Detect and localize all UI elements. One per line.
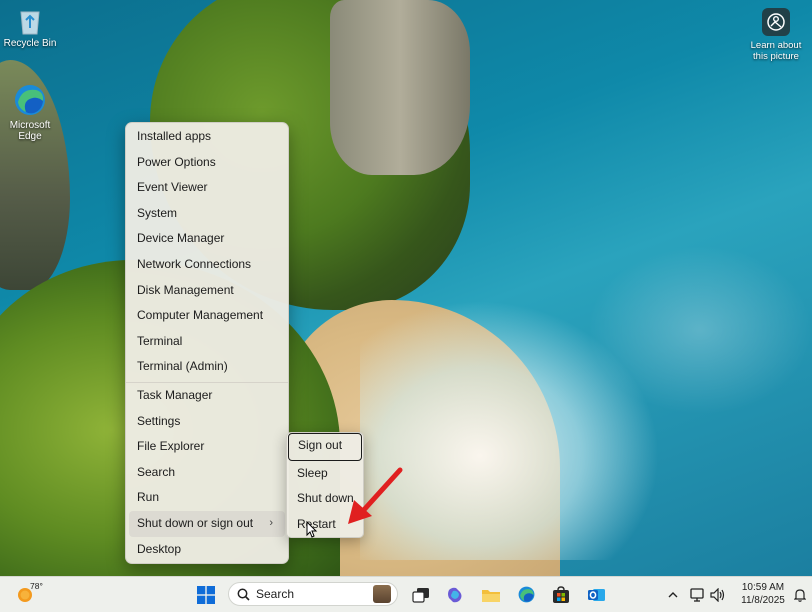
search-placeholder: Search <box>256 587 295 601</box>
menu-item-search[interactable]: Search <box>126 460 288 486</box>
store-button[interactable] <box>548 577 574 612</box>
file-explorer-icon <box>482 589 500 602</box>
bell-icon <box>794 588 806 602</box>
taskbar-clock[interactable]: 10:59 AM 11/8/2025 <box>735 581 791 607</box>
taskbar-search[interactable]: Search <box>228 582 398 606</box>
outlook-button[interactable] <box>583 577 609 612</box>
menu-item-settings[interactable]: Settings <box>126 409 288 435</box>
notifications-button[interactable] <box>791 577 809 612</box>
menu-item-computer-management[interactable]: Computer Management <box>126 303 288 329</box>
menu-item-installed-apps[interactable]: Installed apps <box>126 124 288 150</box>
start-icon <box>197 585 215 604</box>
desktop-icon-label: Recycle Bin <box>3 38 57 49</box>
task-view-icon <box>412 587 429 603</box>
copilot-button[interactable] <box>442 577 468 612</box>
desktop-icon-recycle-bin[interactable]: Recycle Bin <box>0 6 60 49</box>
volume-icon <box>710 587 725 602</box>
chevron-right-icon: › <box>269 516 273 529</box>
outlook-icon <box>587 588 605 601</box>
search-icon <box>237 588 250 601</box>
red-arrow-annotation <box>348 467 403 524</box>
menu-item-run[interactable]: Run <box>126 485 288 511</box>
network-icon <box>690 587 704 602</box>
recycle-bin-icon <box>20 11 40 35</box>
desktop-icon-label: Microsoft Edge <box>9 120 51 142</box>
store-icon <box>553 585 569 603</box>
menu-item-file-explorer[interactable]: File Explorer <box>126 434 288 460</box>
learn-about-picture[interactable]: Learn about this picture <box>746 8 806 62</box>
menu-item-terminal[interactable]: Terminal <box>126 329 288 355</box>
menu-item-network-connections[interactable]: Network Connections <box>126 252 288 278</box>
search-highlight-image <box>373 585 391 603</box>
taskbar: 78° Search 10:59 AM 11/8/2025 <box>0 576 812 612</box>
desktop-icon-edge[interactable]: Microsoft Edge <box>0 82 60 142</box>
learn-about-label: Learn about this picture <box>750 40 802 62</box>
volume-button[interactable] <box>708 577 728 612</box>
menu-item-event-viewer[interactable]: Event Viewer <box>126 175 288 201</box>
show-hidden-icons-button[interactable] <box>664 577 682 612</box>
clock-date: 11/8/2025 <box>741 595 785 606</box>
menu-item-label: Shut down or sign out <box>137 515 254 530</box>
menu-item-power-options[interactable]: Power Options <box>126 150 288 176</box>
menu-item-shut-down-or-sign-out[interactable]: Shut down or sign out › <box>129 510 285 537</box>
menu-item-terminal-admin[interactable]: Terminal (Admin) <box>126 354 288 380</box>
submenu-item-sign-out[interactable]: Sign out <box>288 433 362 461</box>
menu-item-system[interactable]: System <box>126 201 288 227</box>
edge-icon <box>518 586 534 603</box>
wallpaper-cliff-face <box>330 0 470 175</box>
mouse-pointer-icon <box>306 521 318 538</box>
clock-time: 10:59 AM <box>741 582 785 593</box>
copilot-icon <box>448 587 462 602</box>
weather-temp: 78° <box>30 581 43 591</box>
file-explorer-button[interactable] <box>478 577 504 612</box>
menu-item-disk-management[interactable]: Disk Management <box>126 278 288 304</box>
network-button[interactable] <box>688 577 708 612</box>
edge-taskbar-button[interactable] <box>513 577 539 612</box>
edge-icon <box>15 85 45 115</box>
camera-icon <box>762 8 790 36</box>
task-view-button[interactable] <box>408 577 434 612</box>
weather-widget[interactable]: 78° <box>8 577 43 612</box>
menu-item-desktop[interactable]: Desktop <box>126 537 288 563</box>
start-button[interactable] <box>193 577 219 612</box>
power-user-menu: Installed apps Power Options Event Viewe… <box>125 122 289 564</box>
menu-item-device-manager[interactable]: Device Manager <box>126 226 288 252</box>
chevron-up-icon <box>668 591 678 597</box>
menu-item-task-manager[interactable]: Task Manager <box>126 381 288 409</box>
